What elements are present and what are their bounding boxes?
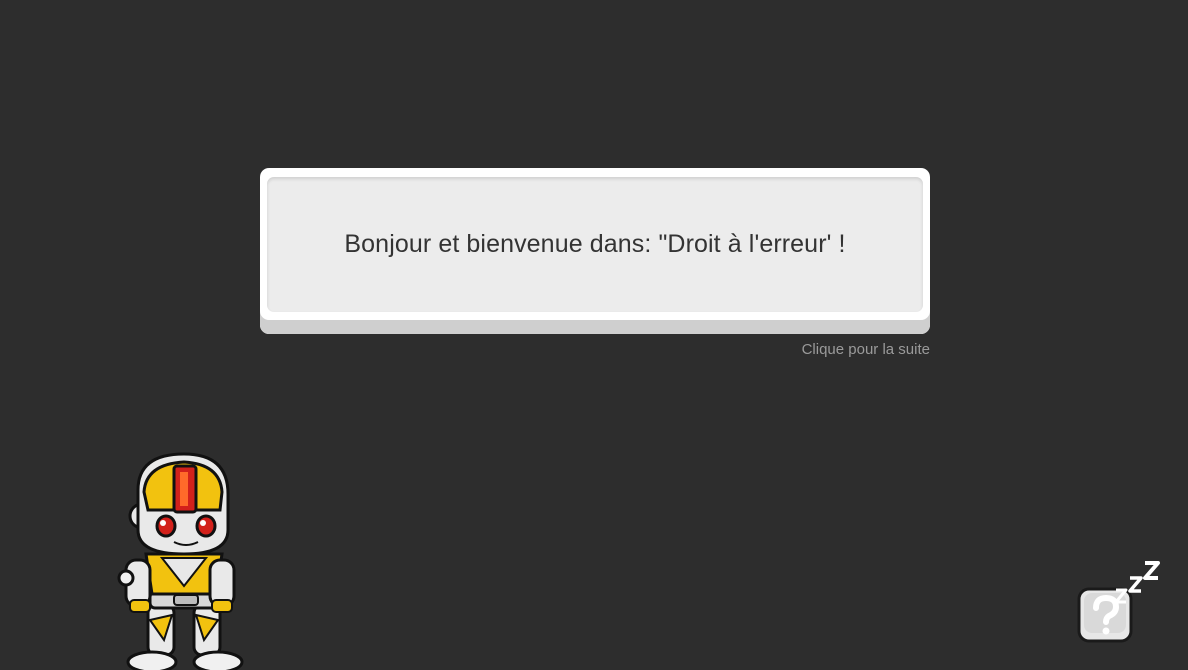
dialog-message: Bonjour et bienvenue dans: "Droit à l'er… (344, 230, 846, 258)
robot-character-icon (117, 452, 244, 670)
dialog-panel: Bonjour et bienvenue dans: "Droit à l'er… (267, 177, 923, 312)
continue-hint[interactable]: Clique pour la suite (802, 341, 930, 358)
zzz-sleep-icon (1114, 561, 1160, 604)
dialog-box[interactable]: Bonjour et bienvenue dans: "Droit à l'er… (260, 168, 930, 334)
